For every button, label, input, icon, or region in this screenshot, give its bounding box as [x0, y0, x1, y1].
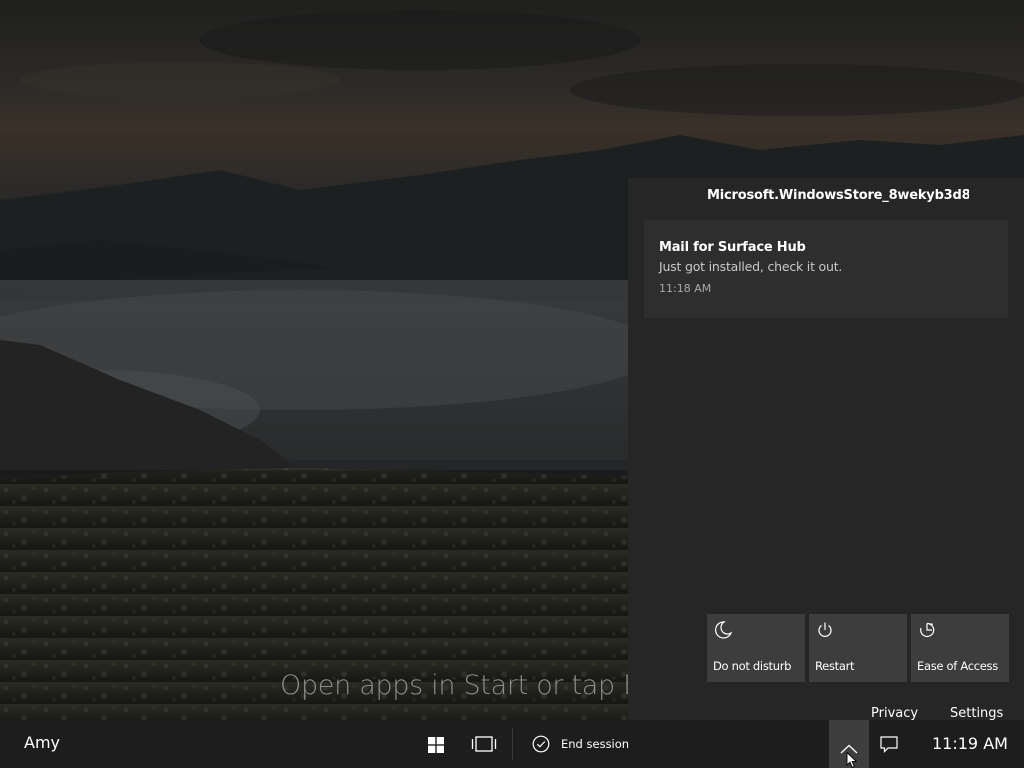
- task-view-button[interactable]: [466, 720, 502, 768]
- power-icon: [815, 620, 835, 640]
- quick-action-label: Restart: [815, 659, 855, 673]
- taskbar: Amy End session 11:19 AM: [0, 720, 1024, 768]
- windows-logo-icon: [428, 737, 444, 753]
- taskbar-clock[interactable]: 11:19 AM: [932, 734, 1008, 753]
- chevron-up-icon: [840, 739, 858, 754]
- quick-action-label: Do not disturb: [713, 659, 792, 673]
- quick-actions-panel: Do not disturb Restart Ease of Access: [692, 600, 1024, 720]
- checkmark-circle-icon: [532, 735, 550, 753]
- end-session-button[interactable]: End session: [524, 720, 636, 768]
- ease-of-access-icon: [917, 620, 937, 640]
- mouse-cursor-icon: [846, 751, 860, 768]
- notification-app-header: Microsoft.WindowsStore_8wekyb3d8bbwe: [707, 188, 969, 203]
- ease-of-access-tile[interactable]: Ease of Access: [911, 614, 1009, 682]
- notification-time: 11:18 AM: [659, 282, 712, 295]
- end-session-label: End session: [561, 737, 630, 751]
- quick-action-label: Ease of Access: [917, 659, 998, 673]
- message-icon: [880, 736, 898, 753]
- moon-icon: [713, 620, 733, 640]
- notification-card[interactable]: Mail for Surface Hub Just got installed,…: [644, 220, 1008, 318]
- privacy-link[interactable]: Privacy: [871, 706, 918, 721]
- user-name: Amy: [24, 733, 60, 752]
- restart-tile[interactable]: Restart: [809, 614, 907, 682]
- settings-link[interactable]: Settings: [950, 706, 1003, 721]
- start-hint-text: Open apps in Start or tap En: [280, 670, 628, 701]
- surface-hub-desktop: Open apps in Start or tap En Microsoft.W…: [0, 0, 1024, 768]
- task-view-icon: [471, 736, 497, 752]
- start-button[interactable]: [420, 720, 452, 768]
- taskbar-divider: [512, 728, 513, 760]
- notification-body: Just got installed, check it out.: [659, 259, 843, 274]
- action-center-button[interactable]: [870, 720, 908, 768]
- do-not-disturb-tile[interactable]: Do not disturb: [707, 614, 805, 682]
- notification-title: Mail for Surface Hub: [659, 240, 806, 255]
